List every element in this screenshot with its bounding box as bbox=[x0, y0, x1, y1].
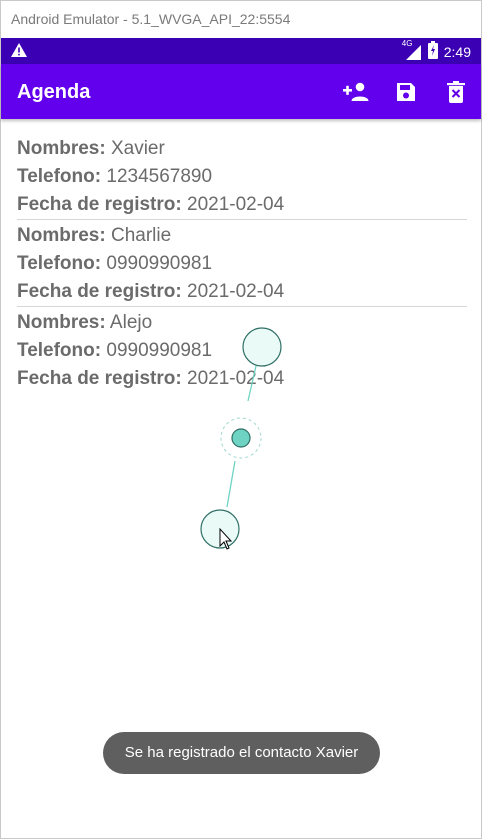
pinch-gesture-overlay bbox=[200, 327, 282, 550]
contact-date: 2021-02-04 bbox=[187, 281, 285, 302]
contact-name: Alejo bbox=[109, 312, 153, 333]
status-clock: 2:49 bbox=[443, 43, 471, 60]
app-title: Agenda bbox=[17, 81, 91, 103]
delete-icon[interactable] bbox=[443, 80, 469, 104]
contact-name: Xavier bbox=[110, 138, 165, 159]
network-type: 4G bbox=[401, 38, 413, 48]
contact-date-row: Fecha de registro: 2021-02-04 bbox=[17, 278, 467, 306]
contact-phone-row: Telefono: 0990990981 bbox=[17, 337, 467, 365]
pinch-center-icon bbox=[231, 428, 251, 448]
contact-phone-row: Telefono: 0990990981 bbox=[17, 250, 467, 278]
app-bar: Agenda bbox=[1, 64, 481, 119]
contact-record[interactable]: Nombres: Charlie Telefono: 0990990981 Fe… bbox=[17, 220, 467, 307]
gesture-line bbox=[226, 460, 236, 508]
warning-icon bbox=[11, 43, 27, 60]
emulator-title-bar: Android Emulator - 5.1_WVGA_API_22:5554 bbox=[1, 1, 481, 38]
mouse-cursor-icon bbox=[219, 527, 233, 550]
touch-point-icon bbox=[200, 509, 240, 549]
date-label: Fecha de registro: bbox=[17, 281, 182, 302]
contact-record[interactable]: Nombres: Alejo Telefono: 0990990981 Fech… bbox=[17, 307, 467, 393]
battery-icon bbox=[427, 41, 438, 62]
contact-phone: 1234567890 bbox=[106, 166, 213, 187]
contact-name-row: Nombres: Xavier bbox=[17, 135, 467, 163]
name-label: Nombres: bbox=[17, 312, 106, 333]
save-icon[interactable] bbox=[393, 80, 419, 104]
contact-date-row: Fecha de registro: 2021-02-04 bbox=[17, 191, 467, 219]
contact-date: 2021-02-04 bbox=[187, 194, 285, 215]
contact-phone-row: Telefono: 1234567890 bbox=[17, 163, 467, 191]
name-label: Nombres: bbox=[17, 225, 106, 246]
contact-name: Charlie bbox=[110, 225, 172, 246]
date-label: Fecha de registro: bbox=[17, 194, 182, 215]
emulator-title: Android Emulator - 5.1_WVGA_API_22:5554 bbox=[11, 11, 291, 27]
phone-label: Telefono: bbox=[17, 340, 102, 361]
emulator-window: Android Emulator - 5.1_WVGA_API_22:5554 … bbox=[0, 0, 482, 839]
contact-record[interactable]: Nombres: Xavier Telefono: 1234567890 Fec… bbox=[17, 135, 467, 220]
toast-text: Se ha registrado el contacto Xavier bbox=[124, 744, 359, 761]
person-add-icon[interactable] bbox=[343, 80, 369, 104]
status-bar: 4G 2:49 bbox=[1, 38, 481, 64]
contact-date-row: Fecha de registro: 2021-02-04 bbox=[17, 365, 467, 393]
pinch-center-ring bbox=[220, 417, 262, 459]
phone-label: Telefono: bbox=[17, 166, 102, 187]
toast-message: Se ha registrado el contacto Xavier bbox=[103, 732, 380, 774]
contact-phone: 0990990981 bbox=[106, 340, 213, 361]
signal-icon: 4G bbox=[402, 39, 422, 61]
contact-phone: 0990990981 bbox=[106, 253, 213, 274]
contact-date: 2021-02-04 bbox=[187, 368, 285, 389]
date-label: Fecha de registro: bbox=[17, 368, 182, 389]
contact-list: Nombres: Xavier Telefono: 1234567890 Fec… bbox=[17, 135, 467, 393]
phone-label: Telefono: bbox=[17, 253, 102, 274]
contact-name-row: Nombres: Alejo bbox=[17, 309, 467, 337]
contact-name-row: Nombres: Charlie bbox=[17, 222, 467, 250]
name-label: Nombres: bbox=[17, 138, 106, 159]
